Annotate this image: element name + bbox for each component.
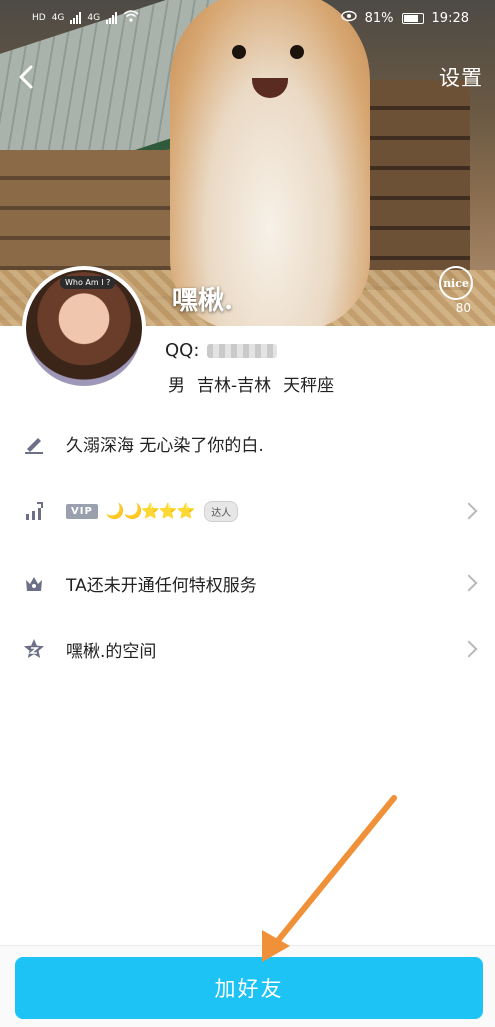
chart-up-icon bbox=[22, 499, 46, 523]
battery-icon bbox=[401, 12, 424, 24]
profile-meta: 男 吉林-吉林 天秤座 bbox=[168, 371, 334, 396]
clock: 19:28 bbox=[431, 10, 469, 26]
crown-icon bbox=[22, 571, 46, 595]
signal-icon bbox=[70, 12, 82, 24]
status-left: HD 4G 4G bbox=[32, 10, 139, 26]
gender: 男 bbox=[168, 376, 185, 396]
network-label: 4G bbox=[51, 13, 65, 23]
nice-count: 80 bbox=[455, 301, 471, 315]
qzone-text: 嘿楸.的空间 bbox=[66, 641, 157, 662]
eye-icon bbox=[340, 10, 357, 26]
privileges-text: TA还未开通任何特权服务 bbox=[66, 575, 257, 596]
vip-badge: VIP bbox=[66, 503, 98, 519]
daren-badge: 达人 bbox=[204, 500, 239, 522]
cover-nickname: 嘿楸. bbox=[172, 286, 234, 316]
wifi-icon bbox=[123, 10, 139, 26]
settings-button[interactable]: 设置 bbox=[439, 62, 483, 92]
hamster-eye bbox=[232, 45, 246, 59]
qq-number-redacted bbox=[207, 343, 278, 358]
signature-text: 久溺深海 无心染了你的白. bbox=[66, 435, 264, 456]
hamster-eye bbox=[290, 45, 304, 59]
zodiac: 天秤座 bbox=[283, 376, 335, 396]
status-right: 81% 19:28 bbox=[340, 10, 469, 26]
back-button[interactable] bbox=[12, 62, 42, 92]
location: 吉林-吉林 bbox=[197, 376, 272, 396]
avatar-tag: Who Am I ? bbox=[60, 276, 116, 289]
chevron-right-icon bbox=[460, 502, 478, 520]
chevron-right-icon bbox=[460, 574, 478, 592]
cover-hamster bbox=[170, 0, 370, 326]
list-item-qzone[interactable]: 嘿楸.的空间 bbox=[0, 624, 495, 674]
qq-label: QQ: bbox=[165, 340, 200, 361]
status-bar: HD 4G 4G 81% 19:28 bbox=[0, 0, 495, 40]
signal-icon bbox=[106, 12, 118, 24]
star-icon bbox=[22, 637, 46, 661]
pencil-icon bbox=[22, 431, 46, 455]
network-label-2: 4G bbox=[87, 13, 101, 23]
list-item-privileges[interactable]: TA还未开通任何特权服务 bbox=[0, 558, 495, 608]
qq-row: QQ: bbox=[165, 340, 278, 361]
vip-info: VIP 🌙🌙⭐⭐⭐ 达人 bbox=[66, 500, 239, 522]
nice-badge[interactable]: nice bbox=[439, 266, 473, 300]
list-item-vip[interactable]: VIP 🌙🌙⭐⭐⭐ 达人 bbox=[0, 486, 495, 536]
qq-level-icons: 🌙🌙⭐⭐⭐ bbox=[105, 502, 195, 520]
hd-label: HD bbox=[32, 13, 46, 23]
hamster-mouth bbox=[252, 78, 288, 98]
avatar[interactable]: Who Am I ? bbox=[22, 266, 146, 390]
chevron-right-icon bbox=[460, 640, 478, 658]
add-friend-button[interactable]: 加好友 bbox=[15, 957, 483, 1019]
battery-percent: 81% bbox=[364, 10, 394, 26]
chevron-left-icon bbox=[19, 65, 33, 89]
list-item-signature[interactable]: 久溺深海 无心染了你的白. bbox=[0, 418, 495, 468]
